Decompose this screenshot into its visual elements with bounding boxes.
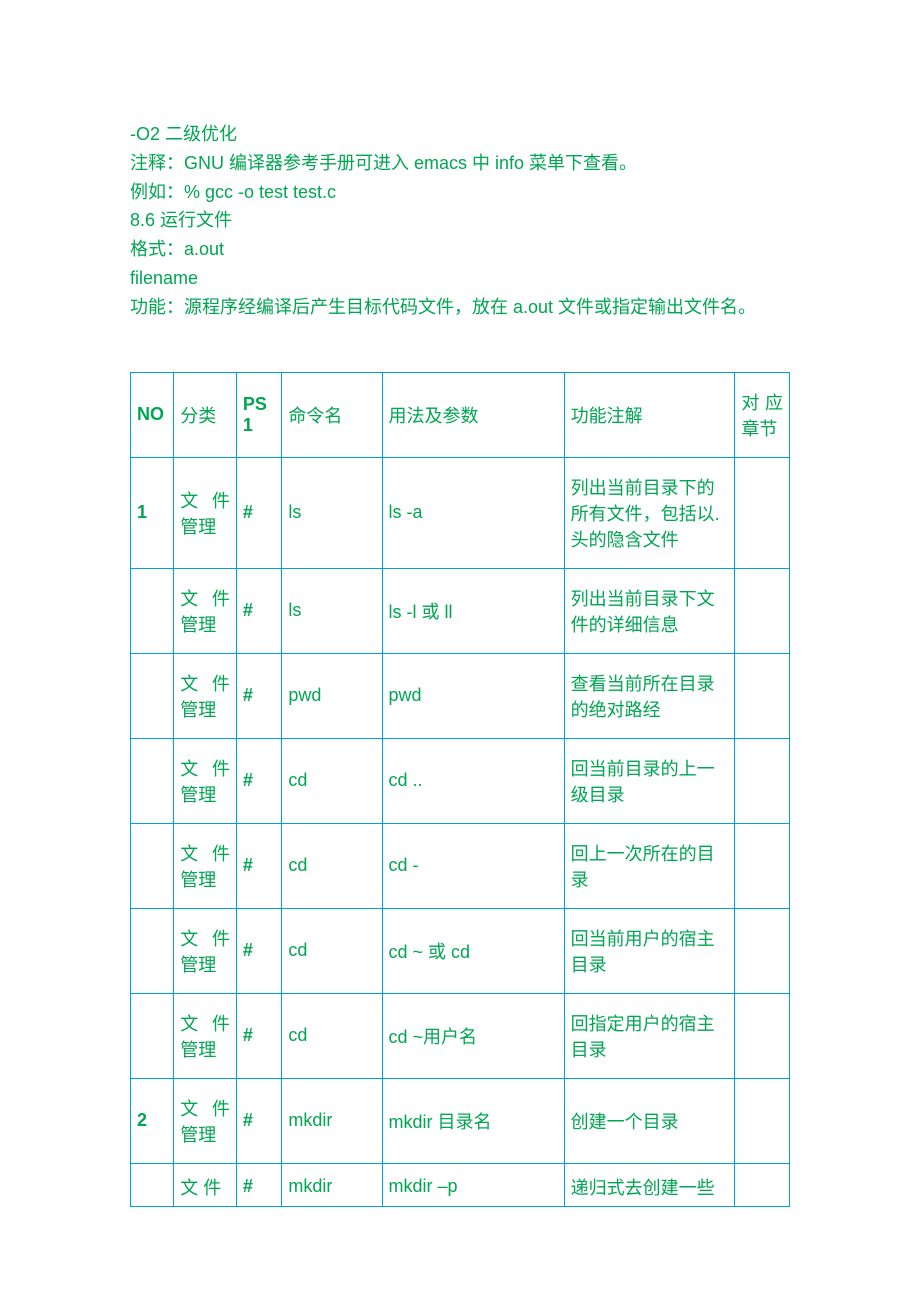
cell-chapter [735, 993, 790, 1078]
cell-command: cd [282, 908, 382, 993]
cell-no [131, 993, 174, 1078]
cell-description: 回当前用户的宿主目录 [564, 908, 735, 993]
header-command: 命令名 [282, 372, 382, 457]
table-row: 文 件管理#cdcd ~用户名回指定用户的宿主目录 [131, 993, 790, 1078]
cell-no [131, 908, 174, 993]
table-row: 1文 件管理#lsls -a列出当前目录下的所有文件，包括以. 头的隐含文件 [131, 457, 790, 568]
cell-chapter [735, 653, 790, 738]
header-chapter: 对 应章节 [735, 372, 790, 457]
cell-no [131, 738, 174, 823]
cell-command: cd [282, 738, 382, 823]
cell-description: 回指定用户的宿主目录 [564, 993, 735, 1078]
cell-category: 文 件管理 [174, 908, 237, 993]
cell-category: 文 件管理 [174, 1078, 237, 1163]
cell-command: mkdir [282, 1163, 382, 1206]
intro-text: -O2 二级优化 注释：GNU 编译器参考手册可进入 emacs 中 info … [130, 120, 790, 322]
table-row: 2文 件管理#mkdirmkdir 目录名创建一个目录 [131, 1078, 790, 1163]
table-row: 文 件管理#cdcd -回上一次所在的目录 [131, 823, 790, 908]
cell-usage: pwd [382, 653, 564, 738]
cell-usage: cd ~用户名 [382, 993, 564, 1078]
table-row: 文 件#mkdirmkdir –p递归式去创建一些 [131, 1163, 790, 1206]
cell-description: 列出当前目录下文件的详细信息 [564, 568, 735, 653]
cell-description: 列出当前目录下的所有文件，包括以. 头的隐含文件 [564, 457, 735, 568]
cell-category: 文 件管理 [174, 653, 237, 738]
cell-ps1: # [236, 993, 282, 1078]
header-description: 功能注解 [564, 372, 735, 457]
header-usage: 用法及参数 [382, 372, 564, 457]
cell-command: ls [282, 568, 382, 653]
cell-ps1: # [236, 653, 282, 738]
cell-usage: cd ~ 或 cd [382, 908, 564, 993]
cell-chapter [735, 568, 790, 653]
cell-ps1: # [236, 908, 282, 993]
cell-chapter [735, 738, 790, 823]
cell-command: ls [282, 457, 382, 568]
command-table: NO 分类 PS1 命令名 用法及参数 功能注解 对 应章节 1文 件管理#ls… [130, 372, 790, 1207]
header-no: NO [131, 372, 174, 457]
cell-category: 文 件 [174, 1163, 237, 1206]
cell-description: 创建一个目录 [564, 1078, 735, 1163]
cell-no [131, 823, 174, 908]
cell-command: cd [282, 823, 382, 908]
cell-no [131, 1163, 174, 1206]
header-category: 分类 [174, 372, 237, 457]
cell-description: 递归式去创建一些 [564, 1163, 735, 1206]
cell-no [131, 568, 174, 653]
intro-line-5: 格式：a.out [130, 235, 790, 264]
intro-line-4: 8.6 运行文件 [130, 206, 790, 235]
intro-line-2: 注释：GNU 编译器参考手册可进入 emacs 中 info 菜单下查看。 [130, 149, 790, 178]
intro-line-6: filename [130, 264, 790, 293]
cell-ps1: # [236, 568, 282, 653]
cell-usage: ls -a [382, 457, 564, 568]
cell-category: 文 件管理 [174, 993, 237, 1078]
cell-usage: cd - [382, 823, 564, 908]
cell-ps1: # [236, 457, 282, 568]
cell-ps1: # [236, 1078, 282, 1163]
table-row: 文 件管理#pwdpwd查看当前所在目录的绝对路经 [131, 653, 790, 738]
table-header-row: NO 分类 PS1 命令名 用法及参数 功能注解 对 应章节 [131, 372, 790, 457]
cell-ps1: # [236, 1163, 282, 1206]
cell-category: 文 件管理 [174, 568, 237, 653]
intro-line-7: 功能：源程序经编译后产生目标代码文件，放在 a.out 文件或指定输出文件名。 [130, 293, 790, 322]
cell-category: 文 件管理 [174, 738, 237, 823]
cell-no: 2 [131, 1078, 174, 1163]
cell-command: cd [282, 993, 382, 1078]
header-ps1: PS1 [236, 372, 282, 457]
intro-line-3: 例如：% gcc -o test test.c [130, 178, 790, 207]
table-row: 文 件管理#lsls -l 或 ll列出当前目录下文件的详细信息 [131, 568, 790, 653]
cell-usage: ls -l 或 ll [382, 568, 564, 653]
cell-no: 1 [131, 457, 174, 568]
cell-chapter [735, 457, 790, 568]
cell-ps1: # [236, 738, 282, 823]
cell-no [131, 653, 174, 738]
cell-ps1: # [236, 823, 282, 908]
cell-description: 回当前目录的上一级目录 [564, 738, 735, 823]
intro-line-1: -O2 二级优化 [130, 120, 790, 149]
cell-chapter [735, 1078, 790, 1163]
cell-command: pwd [282, 653, 382, 738]
cell-usage: cd .. [382, 738, 564, 823]
cell-usage: mkdir 目录名 [382, 1078, 564, 1163]
cell-chapter [735, 823, 790, 908]
cell-usage: mkdir –p [382, 1163, 564, 1206]
cell-chapter [735, 1163, 790, 1206]
table-row: 文 件管理#cdcd ..回当前目录的上一级目录 [131, 738, 790, 823]
cell-category: 文 件管理 [174, 823, 237, 908]
cell-description: 回上一次所在的目录 [564, 823, 735, 908]
cell-category: 文 件管理 [174, 457, 237, 568]
table-body: 1文 件管理#lsls -a列出当前目录下的所有文件，包括以. 头的隐含文件文 … [131, 457, 790, 1206]
table-row: 文 件管理#cdcd ~ 或 cd回当前用户的宿主目录 [131, 908, 790, 993]
cell-chapter [735, 908, 790, 993]
cell-description: 查看当前所在目录的绝对路经 [564, 653, 735, 738]
cell-command: mkdir [282, 1078, 382, 1163]
